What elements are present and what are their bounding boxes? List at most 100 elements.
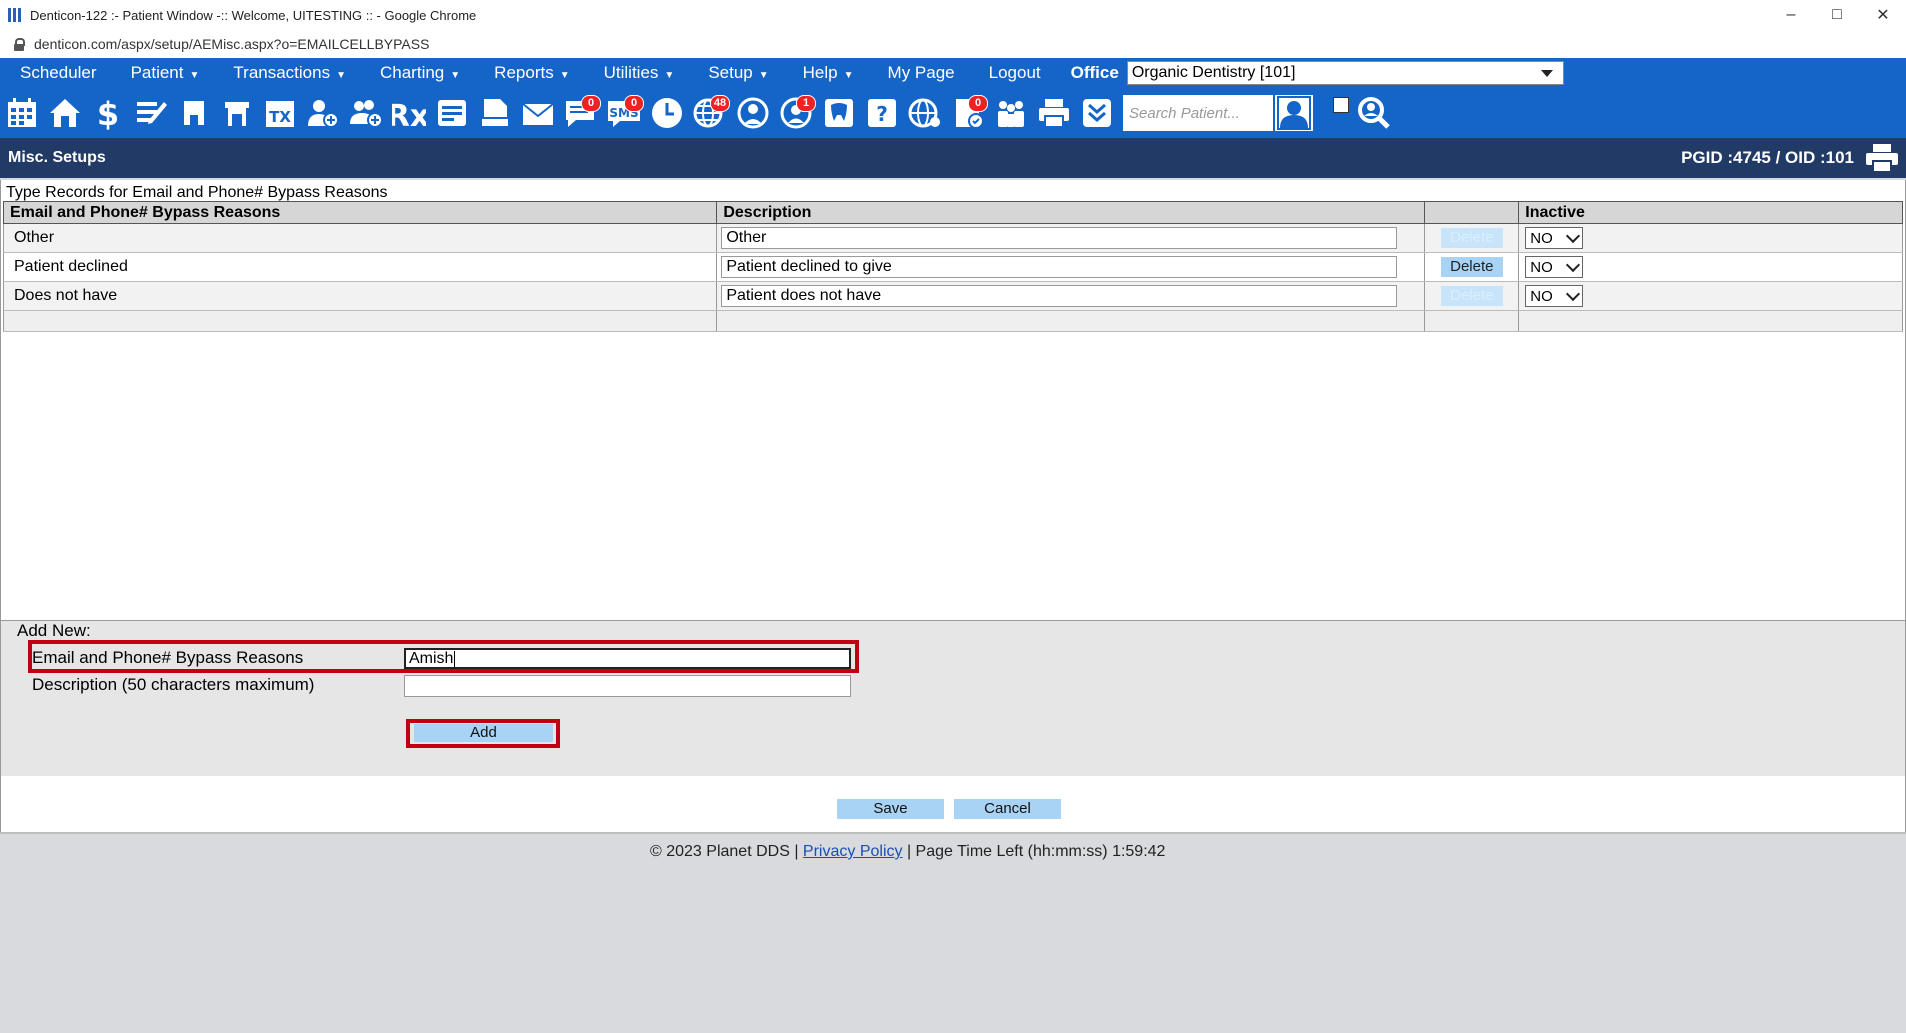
menu-reports-label: Reports [494,63,554,82]
description-value: Patient does not have [726,287,882,304]
inactive-value: NO [1530,229,1553,247]
tooth-icon[interactable] [821,94,857,132]
close-window-button[interactable]: ✕ [1860,0,1906,30]
forms-icon[interactable]: 0 [950,94,988,132]
page-time-left: | Page Time Left (hh:mm:ss) 1:59:42 [906,843,1166,860]
col-header-inactive: Inactive [1518,201,1903,224]
page-title: Misc. Setups [8,149,106,166]
office-select[interactable]: Organic Dentistry [101] [1126,61,1564,85]
main-menu-bar: Scheduler Patient ▼ Transactions ▼ Chartin… [0,58,1906,88]
mail-icon[interactable] [520,94,556,132]
alerts-icon[interactable]: 1 [778,94,816,132]
svg-text:TX: TX [269,108,291,126]
chevron-down-icon [1566,257,1581,273]
patient-search-input[interactable]: Search Patient... [1123,95,1273,131]
inactive-value: NO [1530,287,1553,305]
delete-button[interactable]: Delete [1440,228,1503,248]
minimize-button[interactable]: – [1768,0,1814,30]
treatment-icon[interactable]: TX [262,94,298,132]
table-header-row: Email and Phone# Bypass Reasons Descript… [2,201,1903,224]
menu-reports[interactable]: Reports ▼ [484,63,579,83]
chevron-down-icon [1566,228,1581,244]
menu-my-page[interactable]: My Page [878,63,965,83]
menu-help[interactable]: Help ▼ [793,63,864,83]
chevron-down-icon [1566,286,1581,302]
printer-icon[interactable] [1036,94,1072,132]
messages-icon[interactable]: 0 [563,94,601,132]
privacy-policy-link[interactable]: Privacy Policy [803,843,903,860]
dropdown-arrow-icon [1540,69,1553,77]
document-icon[interactable] [477,94,513,132]
caret-down-icon: ▼ [559,70,570,81]
menu-utilities[interactable]: Utilities ▼ [594,63,685,83]
menu-charting[interactable]: Charting ▼ [370,63,470,83]
online-badge: 48 [710,95,730,112]
copyright-text: © 2023 Planet DDS | [650,843,799,860]
svg-text:?: ? [876,102,888,126]
sms-icon[interactable]: SMS 0 [606,94,644,132]
denticon-logo-icon [8,8,22,22]
print-icon[interactable] [1864,142,1900,174]
caret-down-icon: ▼ [336,70,346,81]
address-bar[interactable]: denticon.com/aspx/setup/AEMisc.aspx?o=EM… [0,30,1906,59]
support-icon[interactable] [735,94,771,132]
description-value: Other [726,229,767,246]
web-settings-icon[interactable] [907,94,943,132]
menu-patient[interactable]: Patient ▼ [121,63,210,83]
add-new-label: Add New: [17,621,91,640]
delete-button[interactable]: Delete [1440,286,1503,306]
menu-help-label: Help [802,63,838,82]
family-icon[interactable] [993,94,1029,132]
menu-utilities-label: Utilities [603,63,659,82]
maximize-button[interactable]: □ [1814,0,1860,30]
inactive-select[interactable]: NO [1525,285,1584,307]
sms-badge: 0 [624,95,644,112]
notes-icon[interactable] [434,94,470,132]
office-select-value: Organic Dentistry [101] [1131,64,1296,81]
calendar-icon[interactable] [4,94,40,132]
inactive-select[interactable]: NO [1525,227,1584,249]
col-header-delete [1424,201,1520,224]
menu-logout[interactable]: Logout [979,63,1051,83]
reason-input[interactable]: Amish [404,648,851,669]
menu-transactions[interactable]: Transactions ▼ [223,63,356,83]
advanced-search-icon[interactable] [1356,94,1392,132]
online-globe-icon[interactable]: 48 [692,94,730,132]
icon-toolbar: $ TX Rx 0 SMS 0 48 1 ? 0 Search Patient..… [0,88,1906,138]
tooth-question-icon[interactable]: ? [864,94,900,132]
patient-search-button[interactable] [1275,95,1313,131]
collapse-icon[interactable] [1079,94,1115,132]
molar-icon[interactable] [219,94,255,132]
save-button[interactable]: Save [837,799,944,819]
edit-list-icon[interactable] [133,94,169,132]
caret-down-icon: ▼ [843,70,854,81]
menu-scheduler[interactable]: Scheduler [10,63,107,83]
dollar-icon[interactable]: $ [90,94,126,132]
messages-badge: 0 [581,95,601,112]
inactive-select[interactable]: NO [1525,256,1584,278]
table-caption: Type Records for Email and Phone# Bypass… [6,184,388,201]
description-input[interactable]: Other [721,227,1398,249]
add-new-section: Add New: Email and Phone# Bypass Reasons… [0,620,1906,776]
text-cursor [454,650,456,667]
action-bar: Save Cancel [0,776,1906,832]
description-input[interactable]: Patient does not have [721,285,1398,307]
description-input[interactable]: Patient declined to give [721,256,1398,278]
clock-icon[interactable] [649,94,685,132]
new-description-input[interactable] [404,675,851,697]
add-patient-icon[interactable] [305,94,341,132]
menu-setup[interactable]: Setup ▼ [698,63,778,83]
forms-badge: 0 [968,95,988,112]
delete-button[interactable]: Delete [1440,257,1503,277]
add-family-icon[interactable] [348,94,384,132]
prescription-icon[interactable]: Rx [391,94,427,132]
home-icon[interactable] [47,94,83,132]
menu-setup-label: Setup [708,63,753,82]
cancel-button[interactable]: Cancel [954,799,1061,819]
add-button[interactable]: Add [414,724,553,742]
table-row: Does not have Patient does not have Dele… [2,281,1903,311]
browser-title-bar: Denticon-122 :- Patient Window -:: Welco… [0,0,1906,30]
toolbar-checkbox[interactable] [1333,97,1349,113]
tooth-chart-icon[interactable] [176,94,212,132]
menu-logout-label: Logout [988,63,1041,82]
